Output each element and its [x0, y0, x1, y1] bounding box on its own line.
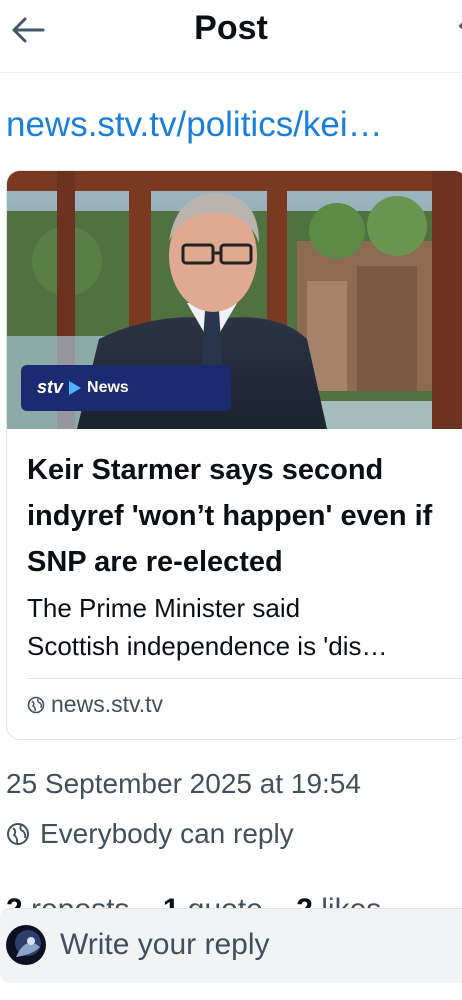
post-timestamp: 25 September 2025 at 19:54: [6, 768, 361, 799]
globe-icon: [7, 823, 29, 845]
avatar[interactable]: [6, 925, 46, 965]
news-logo-text: News: [87, 378, 129, 396]
partial-icon[interactable]: [456, 20, 462, 32]
card-divider: [27, 678, 462, 679]
article-description-line-1: The Prime Minister said: [27, 593, 301, 623]
article-domain: news.stv.tv: [27, 691, 163, 718]
reply-permission-text: Everybody can reply: [40, 818, 294, 849]
article-thumbnail: stv News: [7, 171, 462, 429]
article-domain-text: news.stv.tv: [51, 691, 164, 717]
stv-news-logo: stv News: [37, 377, 129, 398]
article-description: The Prime Minister said Scottish indepen…: [27, 589, 462, 665]
article-title: Keir Starmer says second indyref 'won’t …: [27, 454, 433, 578]
link-preview-card[interactable]: stv News Keir Starmer says second indyre…: [6, 170, 462, 740]
post-link[interactable]: news.stv.tv/politics/kei…: [6, 100, 462, 150]
article-description-line-2: Scottish independence is 'dis…: [27, 631, 388, 661]
globe-icon: [27, 696, 45, 713]
reply-permission[interactable]: Everybody can reply: [6, 812, 294, 856]
stv-logo-text: stv: [37, 377, 64, 397]
top-bar: Post: [0, 0, 462, 73]
page-title: Post: [194, 9, 268, 47]
reply-input[interactable]: Write your reply: [60, 923, 270, 967]
play-arrow-icon: [69, 380, 82, 395]
reply-composer[interactable]: Write your reply: [0, 908, 462, 983]
